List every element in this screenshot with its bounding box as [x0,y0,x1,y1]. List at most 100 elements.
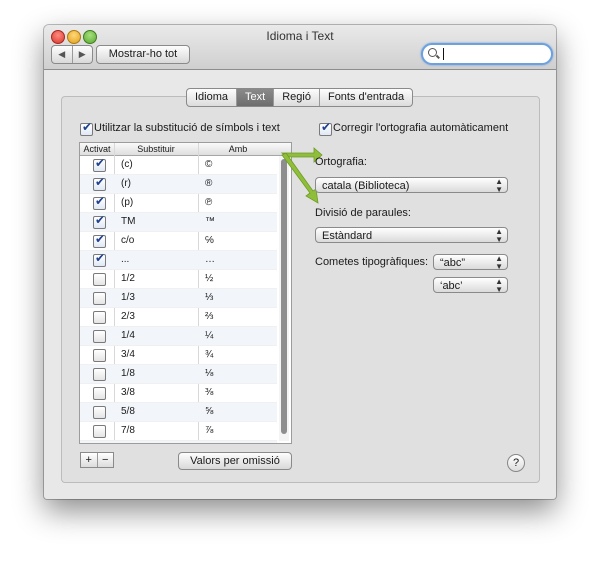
table-row[interactable]: ... … [80,251,277,270]
popup-arrows-icon: ▲ ▼ [495,254,503,271]
replace-cell: ... [121,254,130,265]
replace-cell: 1/3 [121,292,135,303]
table-row[interactable]: 3/4 ¾ [80,346,277,365]
replace-cell: 1/2 [121,273,135,284]
tab-regio[interactable]: Regió [274,89,320,106]
search-input[interactable] [421,43,553,65]
table-row[interactable]: 1/4 ¼ [80,327,277,346]
with-cell: ½ [205,273,214,284]
table-row[interactable]: 3/8 ⅜ [80,384,277,403]
with-cell: ℅ [205,235,214,246]
add-remove-control: + − [80,452,114,468]
column-header-substituir[interactable]: Substituir [114,143,198,155]
with-cell: ¾ [205,349,214,360]
back-forward-control: ◀ ▶ [51,45,93,64]
autocorrect-spelling-label: Corregir l'ortografia automàticament [333,122,509,134]
table-row[interactable]: 2/3 ⅔ [80,308,277,327]
with-cell: ¼ [205,330,214,341]
tab-bar: Idioma Text Regió Fonts d'entrada [186,88,414,107]
add-button[interactable]: + [81,453,98,467]
replace-cell: (c) [121,159,133,170]
help-button[interactable]: ? [507,454,525,472]
remove-button[interactable]: − [98,453,114,467]
row-enabled-checkbox[interactable] [93,425,106,438]
with-cell: ® [205,178,213,189]
column-header-activat[interactable]: Activat [80,143,114,155]
row-enabled-checkbox[interactable] [93,175,106,191]
replace-cell: 3/4 [121,349,135,360]
use-substitution-label: Utilitzar la substitució de símbols i te… [94,122,280,134]
tab-fonts-entrada[interactable]: Fonts d'entrada [320,89,412,106]
table-rows: (c) © (r) ® (p) ℗ TM ™ c/o ℅... … 1/2 ½ 1/3 ⅓ 2/3 ⅔ 1/4 ¼ 3… [80,156,277,443]
table-row[interactable]: (p) ℗ [80,194,277,213]
replace-cell: (p) [121,197,134,208]
autocorrect-spelling-checkbox[interactable] [319,120,332,136]
with-cell: ⅝ [205,406,214,417]
spelling-value: catala (Biblioteca) [322,180,410,192]
restore-defaults-button[interactable]: Valors per omissió [178,452,292,470]
window-title: Idioma i Text [266,29,334,43]
popup-arrows-icon: ▲ ▼ [495,277,503,294]
row-enabled-checkbox[interactable] [93,232,106,248]
with-cell: ⅔ [205,311,214,322]
single-quotes-popup[interactable]: ‘abc’ ▲ ▼ [433,277,508,294]
with-cell: ⅜ [205,387,214,398]
word-break-label: Divisió de paraules: [315,207,411,219]
table-row[interactable]: (r) ® [80,175,277,194]
show-all-button[interactable]: Mostrar-ho tot [96,45,190,64]
replace-cell: 1/4 [121,330,135,341]
replace-cell: 2/3 [121,311,135,322]
table-row[interactable]: 7/8 ⅞ [80,422,277,441]
column-header-amb[interactable]: Amb [198,143,278,155]
back-arrow-icon[interactable]: ◀ [52,46,73,63]
smart-quotes-label: Cometes tipogràfiques: [315,256,429,268]
preferences-window: Idioma i Text ◀ ▶ Mostrar-ho tot Idioma … [44,25,556,499]
row-enabled-checkbox[interactable] [93,387,106,400]
title-bar: Idioma i Text ◀ ▶ Mostrar-ho tot [44,25,556,70]
row-enabled-checkbox[interactable] [93,349,106,362]
double-quotes-popup[interactable]: “abc” ▲ ▼ [433,254,508,271]
text-caret [443,48,444,60]
with-cell: ™ [205,216,215,227]
row-enabled-checkbox[interactable] [93,273,106,286]
spelling-popup[interactable]: catala (Biblioteca) ▲ ▼ [315,177,508,194]
replace-cell: 7/8 [121,425,135,436]
popup-arrows-icon: ▲ ▼ [495,177,503,194]
with-cell: ⅛ [205,368,214,379]
with-cell: ℗ [205,197,213,208]
row-enabled-checkbox[interactable] [93,311,106,324]
table-row[interactable]: l.ll·l [80,441,277,443]
replace-cell: 3/8 [121,387,135,398]
table-row[interactable]: c/o ℅ [80,232,277,251]
table-row[interactable]: 1/3 ⅓ [80,289,277,308]
with-cell: ⅓ [205,292,214,303]
row-enabled-checkbox[interactable] [93,213,106,229]
row-enabled-checkbox[interactable] [93,156,106,172]
table-row[interactable]: 5/8 ⅝ [80,403,277,422]
tab-idioma[interactable]: Idioma [187,89,238,106]
row-enabled-checkbox[interactable] [93,251,106,267]
table-row[interactable]: 1/2 ½ [80,270,277,289]
tab-text[interactable]: Text [237,89,275,106]
single-quotes-value: ‘abc’ [440,280,463,292]
use-substitution-checkbox[interactable] [80,120,93,136]
table-row[interactable]: 1/8 ⅛ [80,365,277,384]
substitution-table: Activat Substituir Amb (c) © (r) ® (p) ℗ TM ™ c/… [79,142,292,444]
row-enabled-checkbox[interactable] [93,292,106,305]
double-quotes-value: “abc” [440,257,466,269]
row-enabled-checkbox[interactable] [93,330,106,343]
table-header: Activat Substituir Amb [80,143,291,156]
word-break-popup[interactable]: Estàndard ▲ ▼ [315,227,508,244]
row-enabled-checkbox[interactable] [93,368,106,381]
with-cell: … [205,254,215,265]
forward-arrow-icon[interactable]: ▶ [73,46,93,63]
replace-cell: 1/8 [121,368,135,379]
row-enabled-checkbox[interactable] [93,194,106,210]
spelling-label: Ortografia: [315,156,367,168]
row-enabled-checkbox[interactable] [93,406,106,419]
table-row[interactable]: (c) © [80,156,277,175]
with-cell: © [205,159,213,170]
table-row[interactable]: TM ™ [80,213,277,232]
replace-cell: (r) [121,178,131,189]
replace-cell: c/o [121,235,135,246]
